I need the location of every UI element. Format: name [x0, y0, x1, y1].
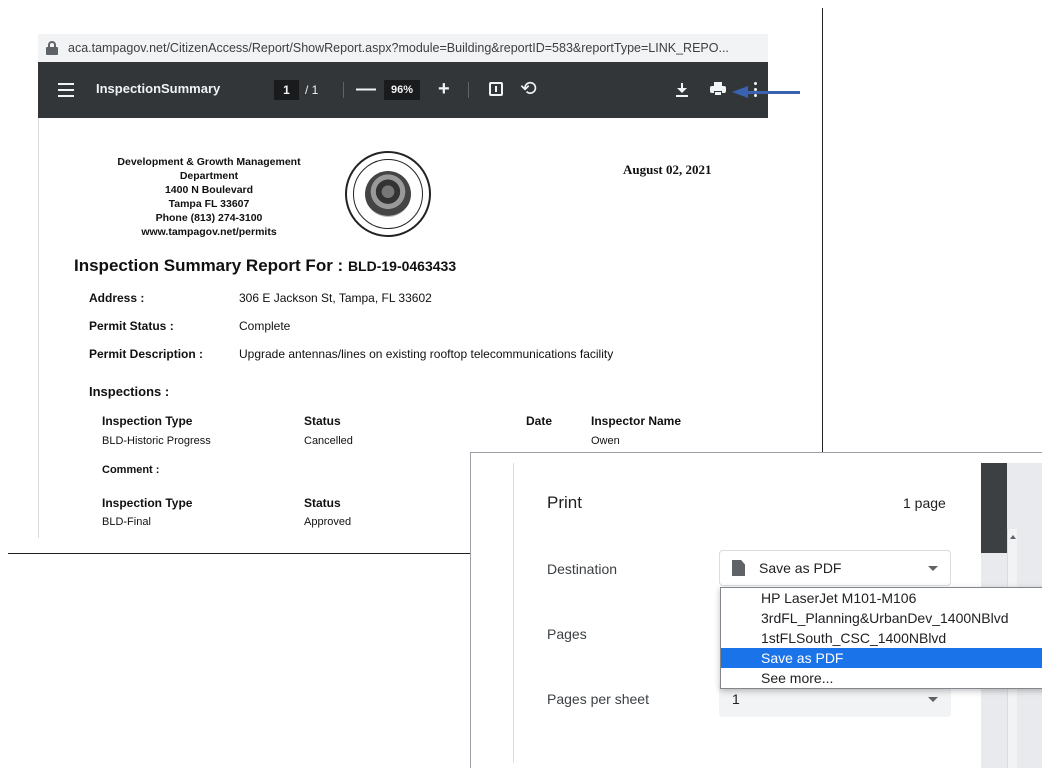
- row-inspection-type: BLD-Final: [102, 516, 151, 528]
- destination-option-selected[interactable]: Save as PDF: [721, 648, 1042, 668]
- dialog-divider: [513, 463, 514, 763]
- pages-per-sheet-value: 1: [732, 691, 740, 707]
- zoom-out-button[interactable]: —: [356, 78, 376, 100]
- org-line: www.tampagov.net/permits: [141, 226, 277, 238]
- page-indicator: 1 / 1: [274, 80, 318, 100]
- org-line: Tampa FL 33607: [168, 198, 250, 210]
- url-text[interactable]: aca.tampagov.net/CitizenAccess/Report/Sh…: [68, 41, 729, 55]
- destination-option[interactable]: 1stFLSouth_CSC_1400NBlvd: [721, 628, 1042, 648]
- toolbar-divider: [343, 82, 344, 98]
- print-title: Print: [547, 493, 582, 512]
- permit-status-field: Permit Status : Complete: [89, 319, 290, 333]
- org-line: 1400 N Boulevard: [164, 184, 254, 196]
- inspections-heading: Inspections :: [89, 384, 170, 399]
- destination-select[interactable]: Save as PDF: [719, 550, 951, 586]
- lock-icon: [46, 41, 58, 55]
- city-seal-logo: [345, 151, 431, 237]
- pages-label: Pages: [547, 626, 587, 642]
- address-field: Address : 306 E Jackson St, Tampa, FL 336…: [89, 291, 432, 305]
- org-line: Phone (813) 274-3100: [155, 212, 263, 224]
- scroll-up-icon[interactable]: [1010, 535, 1016, 539]
- toolbar-divider: [468, 82, 469, 98]
- report-date: August 02, 2021: [623, 162, 712, 177]
- print-icon[interactable]: [710, 82, 726, 96]
- report-title: Inspection Summary Report For : BLD-19-0…: [74, 256, 456, 276]
- header-inspector-name: Inspector Name: [591, 414, 682, 428]
- row-comment-label: Comment :: [102, 464, 160, 476]
- permit-description-field: Permit Description : Upgrade antennas/lin…: [89, 347, 613, 361]
- report-title-prefix: Inspection Summary Report For :: [74, 256, 348, 275]
- address-bar[interactable]: aca.tampagov.net/CitizenAccess/Report/Sh…: [38, 34, 768, 62]
- row-inspection-type: BLD-Historic Progress: [102, 435, 211, 447]
- permit-number: BLD-19-0463433: [347, 258, 457, 274]
- pdf-toolbar: InspectionSummary 1 / 1 — 96% + ⟲: [38, 62, 768, 118]
- menu-icon[interactable]: [58, 83, 74, 97]
- rotate-icon[interactable]: ⟲: [520, 76, 537, 101]
- file-icon: [732, 560, 745, 576]
- preview-page-edge: [981, 463, 1007, 553]
- zoom-in-button[interactable]: +: [438, 78, 450, 100]
- header-inspection-type: Inspection Type: [102, 414, 193, 428]
- annotation-arrow: [732, 86, 800, 98]
- page-number-input[interactable]: 1: [274, 80, 299, 100]
- destination-option-see-more[interactable]: See more...: [721, 668, 1042, 688]
- address-value: 306 E Jackson St, Tampa, FL 33602: [239, 291, 432, 305]
- row-status: Cancelled: [304, 435, 353, 447]
- chevron-down-icon: [928, 697, 938, 702]
- pages-per-sheet-label: Pages per sheet: [547, 691, 649, 707]
- permit-description-value: Upgrade antennas/lines on existing rooft…: [239, 347, 614, 361]
- permit-description-label: Permit Description :: [89, 347, 204, 361]
- header-status: Status: [304, 414, 341, 428]
- chevron-down-icon: [928, 566, 938, 571]
- org-address-block: Development & Growth Management Departme…: [94, 155, 324, 239]
- destination-dropdown[interactable]: HP LaserJet M101-M106 3rdFL_Planning&Urb…: [720, 587, 1042, 689]
- address-label: Address :: [89, 291, 145, 305]
- destination-option[interactable]: HP LaserJet M101-M106: [721, 588, 1042, 608]
- header-date: Date: [526, 414, 553, 428]
- download-icon[interactable]: [676, 83, 688, 97]
- destination-value: Save as PDF: [759, 560, 842, 576]
- row-status: Approved: [304, 516, 352, 528]
- page-count: 1 page: [903, 495, 946, 511]
- header-inspection-type: Inspection Type: [102, 496, 193, 510]
- fit-to-page-icon[interactable]: [489, 82, 503, 96]
- document-title: InspectionSummary: [96, 81, 221, 96]
- zoom-level-input[interactable]: 96%: [384, 80, 420, 100]
- destination-option[interactable]: 3rdFL_Planning&UrbanDev_1400NBlvd: [721, 608, 1042, 628]
- org-line: Department: [179, 170, 239, 182]
- destination-label: Destination: [547, 561, 618, 577]
- permit-status-value: Complete: [239, 319, 291, 333]
- print-dialog-screenshot: Print 1 page Destination Save as PDF Pag…: [470, 452, 1042, 768]
- row-inspector-name: Owen: [591, 435, 620, 447]
- page-total: / 1: [305, 83, 319, 97]
- permit-status-label: Permit Status :: [89, 319, 174, 333]
- org-line: Development & Growth Management: [117, 156, 301, 168]
- header-status: Status: [304, 496, 341, 510]
